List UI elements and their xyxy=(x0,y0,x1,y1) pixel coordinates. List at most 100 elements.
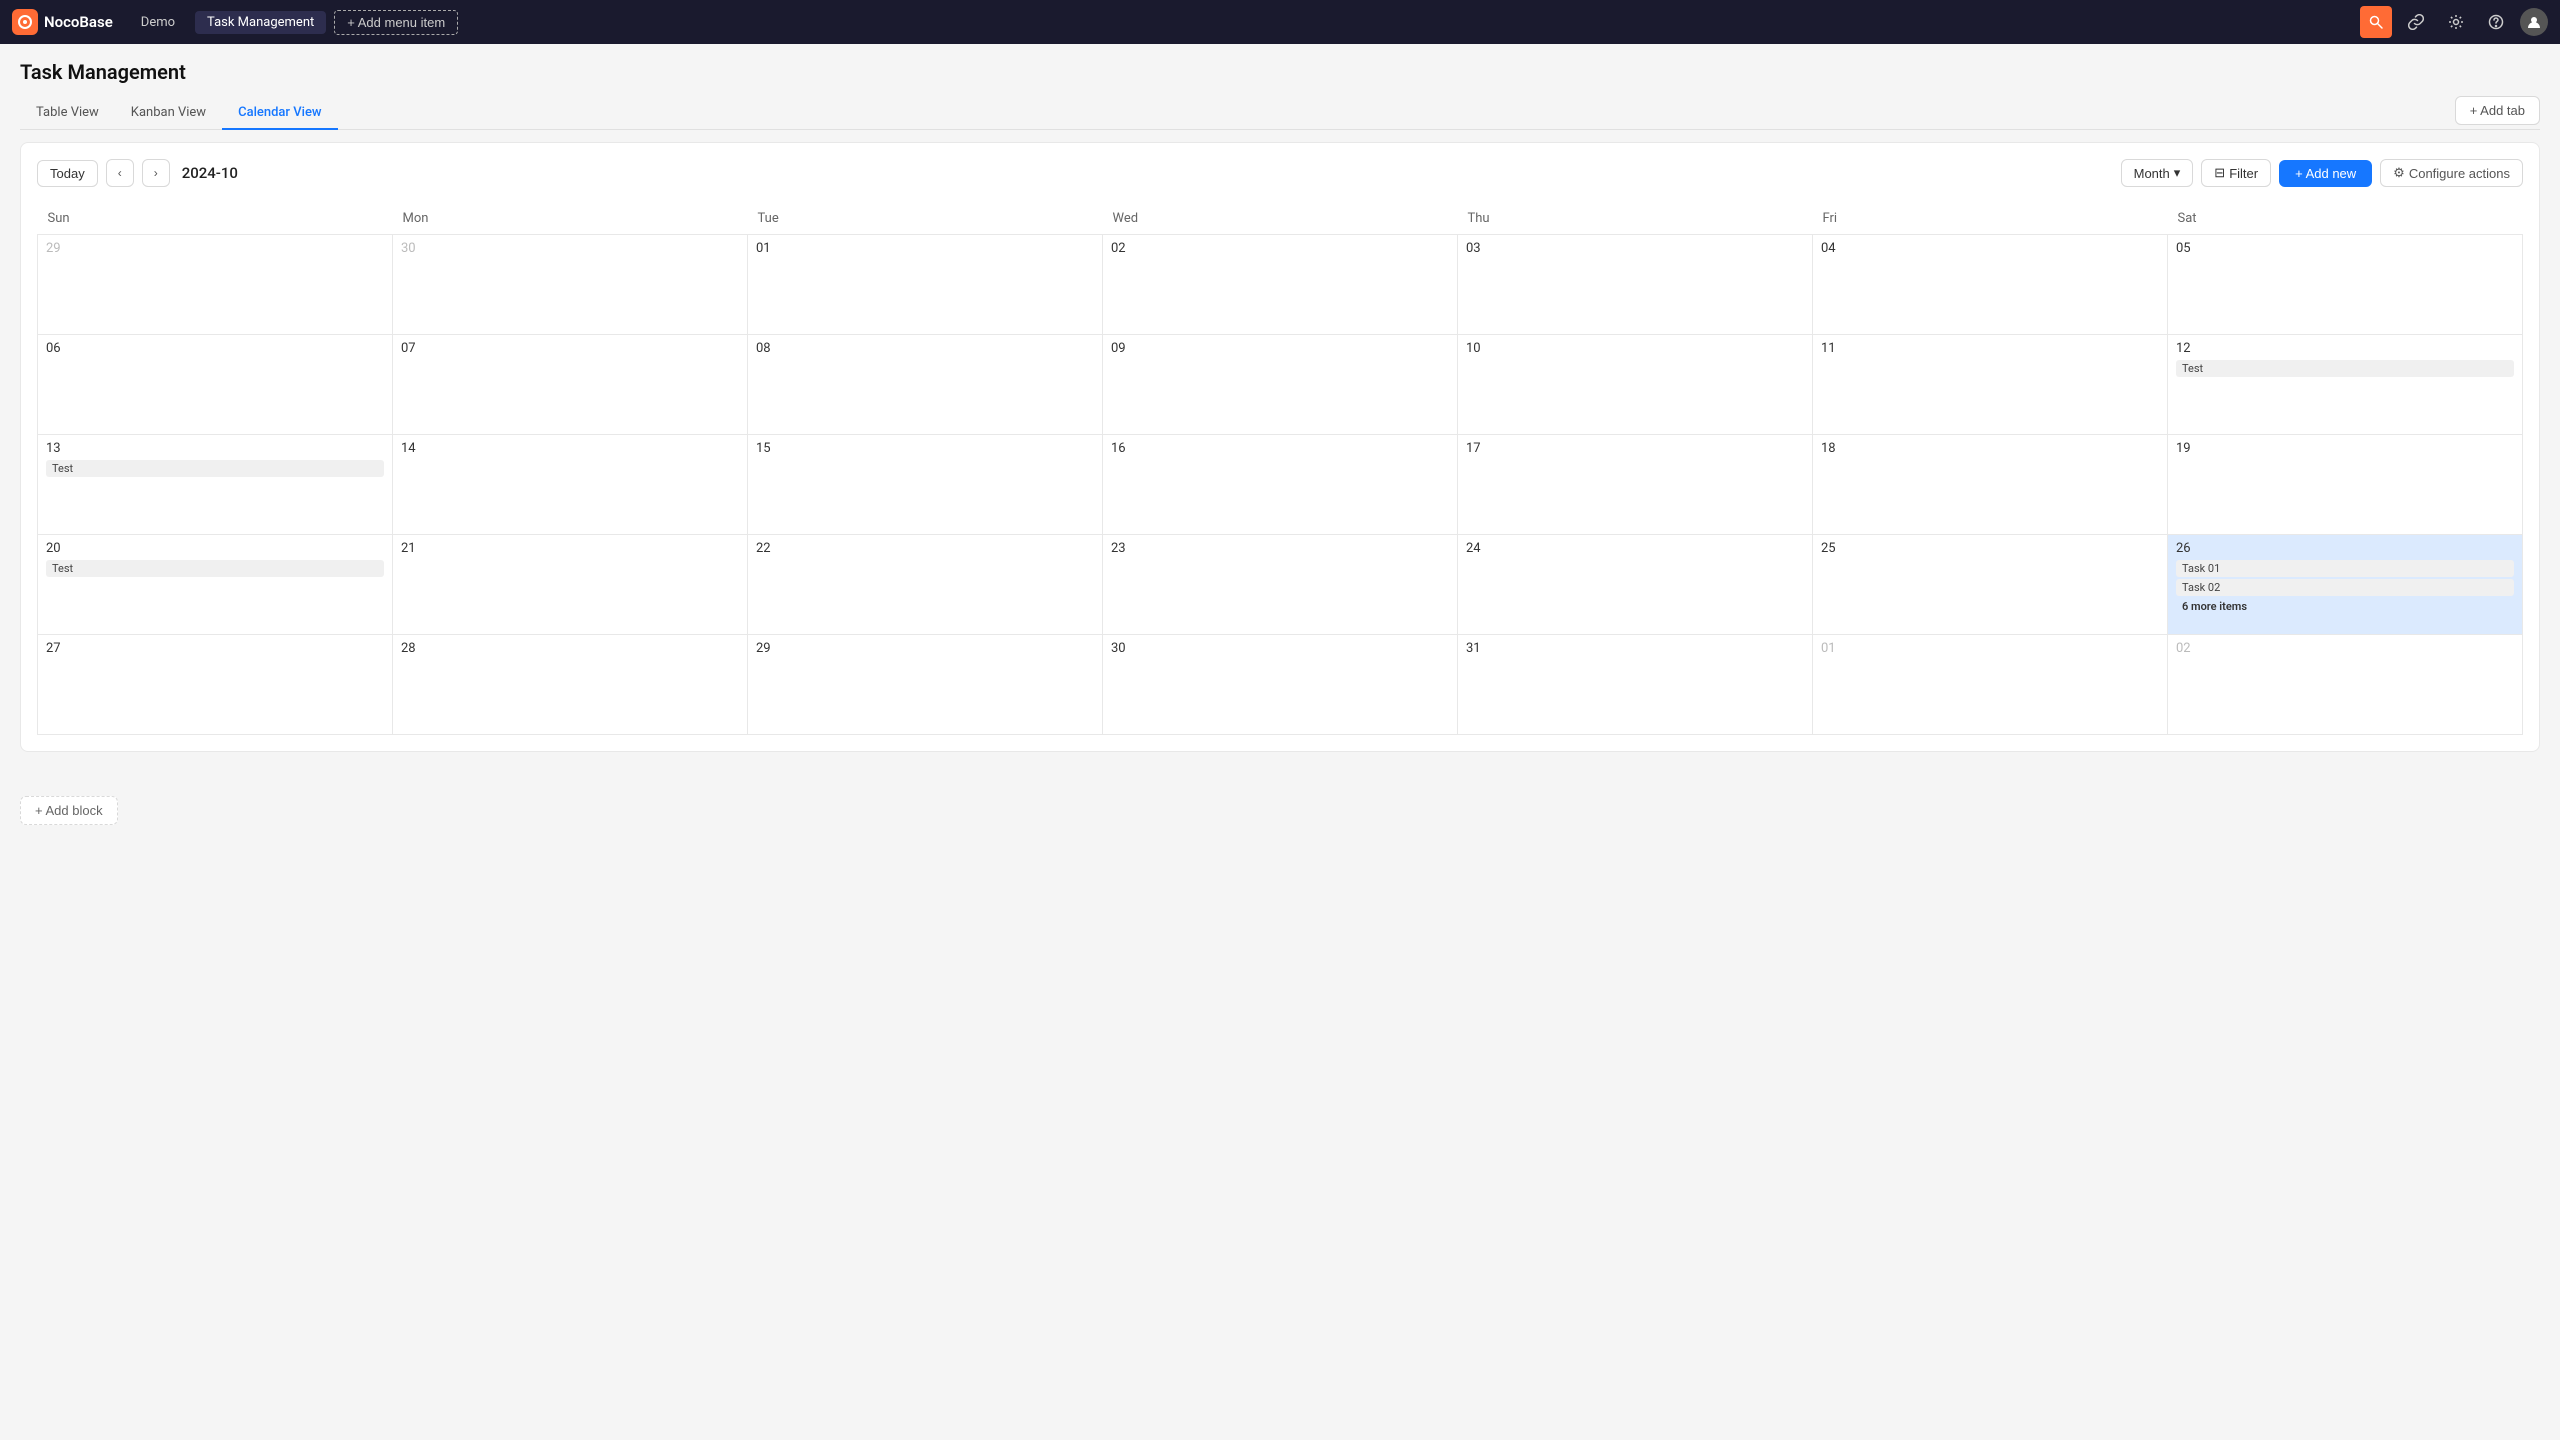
logo-icon xyxy=(12,9,38,35)
calendar-cell-14[interactable]: 14 xyxy=(393,435,748,535)
calendar-cell-30[interactable]: 30 xyxy=(393,235,748,335)
calendar-cell-27[interactable]: 27 xyxy=(38,635,393,735)
month-selector-button[interactable]: Month ▾ xyxy=(2121,159,2194,187)
cell-date-17: 17 xyxy=(1466,441,1804,456)
tab-kanban-view[interactable]: Kanban View xyxy=(115,97,222,130)
calendar-cell-06[interactable]: 06 xyxy=(38,335,393,435)
add-tab-button[interactable]: + Add tab xyxy=(2455,96,2540,125)
search-icon[interactable] xyxy=(2360,6,2392,38)
cell-event[interactable]: Task 02 xyxy=(2176,579,2514,596)
cell-event[interactable]: Task 01 xyxy=(2176,560,2514,577)
calendar-cell-08[interactable]: 08 xyxy=(748,335,1103,435)
calendar-cell-18[interactable]: 18 xyxy=(1813,435,2168,535)
cell-date-31: 31 xyxy=(1466,641,1804,656)
add-menu-item-button[interactable]: + Add menu item xyxy=(334,10,458,35)
cell-date-02: 02 xyxy=(2176,641,2514,656)
filter-icon: ⊟ xyxy=(2214,165,2225,181)
calendar-toolbar: Today ‹ › 2024-10 Month ▾ ⊟ Filter + Add… xyxy=(37,159,2523,187)
cell-date-08: 08 xyxy=(756,341,1094,356)
cell-date-27: 27 xyxy=(46,641,384,656)
calendar-cell-23[interactable]: 23 xyxy=(1103,535,1458,635)
settings-icon[interactable] xyxy=(2440,6,2472,38)
calendar-cell-07[interactable]: 07 xyxy=(393,335,748,435)
cell-event[interactable]: Test xyxy=(46,560,384,577)
add-new-button[interactable]: + Add new xyxy=(2279,160,2372,187)
tab-calendar-view[interactable]: Calendar View xyxy=(222,97,337,130)
calendar-cell-15[interactable]: 15 xyxy=(748,435,1103,535)
next-month-button[interactable]: › xyxy=(142,159,170,187)
cell-date-05: 05 xyxy=(2176,241,2514,256)
cell-event[interactable]: Test xyxy=(46,460,384,477)
calendar-cell-02[interactable]: 02 xyxy=(1103,235,1458,335)
cell-date-16: 16 xyxy=(1111,441,1449,456)
cell-date-22: 22 xyxy=(756,541,1094,556)
link-icon[interactable] xyxy=(2400,6,2432,38)
cell-date-09: 09 xyxy=(1111,341,1449,356)
calendar-cell-24[interactable]: 24 xyxy=(1458,535,1813,635)
logo-text: NocoBase xyxy=(44,13,113,31)
nav-tab-demo[interactable]: Demo xyxy=(129,11,187,34)
cell-event[interactable]: Test xyxy=(2176,360,2514,377)
cell-date-18: 18 xyxy=(1821,441,2159,456)
help-icon[interactable] xyxy=(2480,6,2512,38)
today-button[interactable]: Today xyxy=(37,160,98,187)
cell-date-13: 13 xyxy=(46,441,384,456)
cell-date-24: 24 xyxy=(1466,541,1804,556)
bottom-area: + Add block xyxy=(0,768,2560,849)
calendar-cell-16[interactable]: 16 xyxy=(1103,435,1458,535)
calendar-cell-20[interactable]: 20Test xyxy=(38,535,393,635)
calendar-cell-22[interactable]: 22 xyxy=(748,535,1103,635)
calendar-cell-10[interactable]: 10 xyxy=(1458,335,1813,435)
cell-more-items[interactable]: 6 more items xyxy=(2176,598,2514,615)
calendar-cell-26[interactable]: 26 Task 01 Task 02 6 more items xyxy=(2168,535,2523,635)
day-header-tue: Tue xyxy=(748,203,1103,235)
calendar-cell-09[interactable]: 09 xyxy=(1103,335,1458,435)
cell-date-07: 07 xyxy=(401,341,739,356)
calendar-cell-17[interactable]: 17 xyxy=(1458,435,1813,535)
calendar-cell-03[interactable]: 03 xyxy=(1458,235,1813,335)
tab-table-view[interactable]: Table View xyxy=(20,97,115,130)
app-logo: NocoBase xyxy=(12,9,113,35)
cell-date-29: 29 xyxy=(756,641,1094,656)
prev-month-button[interactable]: ‹ xyxy=(106,159,134,187)
calendar-cell-04[interactable]: 04 xyxy=(1813,235,2168,335)
calendar-cell-19[interactable]: 19 xyxy=(2168,435,2523,535)
cell-date-02: 02 xyxy=(1111,241,1449,256)
gear-icon: ⚙ xyxy=(2393,165,2405,181)
current-date-label: 2024-10 xyxy=(182,164,238,182)
calendar-cell-12[interactable]: 12Test xyxy=(2168,335,2523,435)
cell-date-11: 11 xyxy=(1821,341,2159,356)
calendar-cell-30[interactable]: 30 xyxy=(1103,635,1458,735)
calendar-cell-13[interactable]: 13 Test xyxy=(38,435,393,535)
calendar-cell-31[interactable]: 31 xyxy=(1458,635,1813,735)
day-header-fri: Fri xyxy=(1813,203,2168,235)
cell-date-14: 14 xyxy=(401,441,739,456)
calendar-cell-29[interactable]: 29 xyxy=(748,635,1103,735)
page-title: Task Management xyxy=(20,60,2540,84)
calendar-cell-28[interactable]: 28 xyxy=(393,635,748,735)
top-navigation: NocoBase Demo Task Management + Add menu… xyxy=(0,0,2560,44)
user-avatar[interactable] xyxy=(2520,8,2548,36)
cell-date-26: 26 xyxy=(2176,541,2514,556)
nav-tab-task-management[interactable]: Task Management xyxy=(195,11,326,34)
calendar-cell-29[interactable]: 29 xyxy=(38,235,393,335)
view-tabs: Table View Kanban View Calendar View + A… xyxy=(20,96,2540,130)
calendar-cell-01[interactable]: 01 xyxy=(1813,635,2168,735)
filter-button[interactable]: ⊟ Filter xyxy=(2201,159,2271,187)
cell-date-01: 01 xyxy=(1821,641,2159,656)
calendar-cell-02[interactable]: 02 xyxy=(2168,635,2523,735)
cell-date-28: 28 xyxy=(401,641,739,656)
page-content: Task Management Table View Kanban View C… xyxy=(0,44,2560,768)
chevron-down-icon: ▾ xyxy=(2174,165,2181,181)
day-header-mon: Mon xyxy=(393,203,748,235)
calendar-cell-05[interactable]: 05 xyxy=(2168,235,2523,335)
calendar-cell-21[interactable]: 21 xyxy=(393,535,748,635)
add-block-button[interactable]: + Add block xyxy=(20,796,118,825)
configure-actions-button[interactable]: ⚙ Configure actions xyxy=(2380,159,2523,187)
calendar-cell-11[interactable]: 11 xyxy=(1813,335,2168,435)
calendar-cell-25[interactable]: 25 xyxy=(1813,535,2168,635)
day-header-thu: Thu xyxy=(1458,203,1813,235)
calendar-cell-01[interactable]: 01 xyxy=(748,235,1103,335)
calendar-header-row: Sun Mon Tue Wed Thu Fri Sat xyxy=(38,203,2523,235)
day-header-sat: Sat xyxy=(2168,203,2523,235)
